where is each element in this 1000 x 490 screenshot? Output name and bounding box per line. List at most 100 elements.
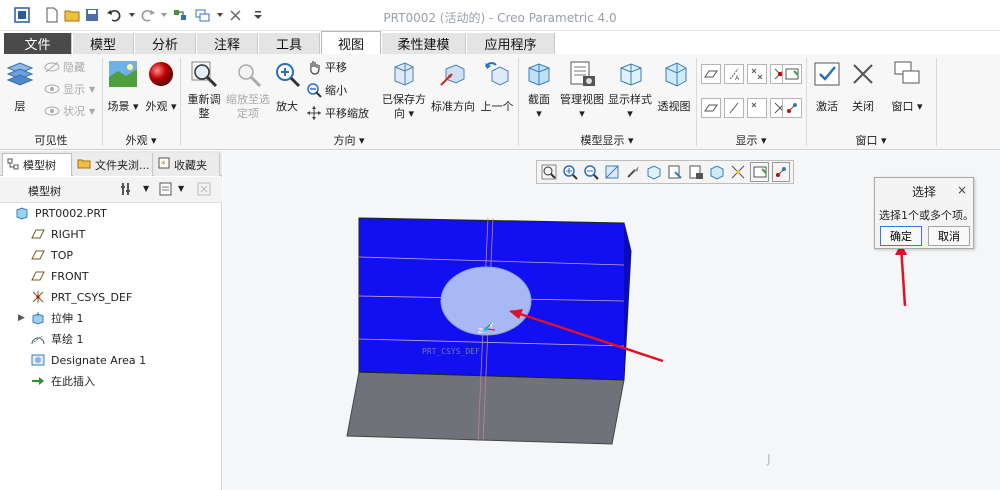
zoom-in-button[interactable]: 放大 [272,58,302,114]
tree-columns-dropdown-icon[interactable]: ▼ [178,184,184,193]
previous-orientation-label: 上一个 [480,100,514,113]
windows-button[interactable]: 窗口 ▾ [888,58,926,114]
group-title-orientation: 方向 ▾ [333,134,365,147]
activate-button[interactable]: 激活 [812,58,842,114]
saved-orientations-button[interactable]: 已保存方向 ▾ [382,58,426,121]
datum-plane-icon [30,226,46,242]
axis-y-label: Y [488,322,494,330]
zoom-out-icon [306,82,322,98]
point-display-icon[interactable] [747,64,767,84]
expand-arrow-icon[interactable]: ▶ [18,313,30,323]
group-title-visibility: 可见性 [34,134,68,147]
tree-item[interactable]: PRT_CSYS_DEF [0,287,222,307]
tab-applications[interactable]: 应用程序 [467,33,555,54]
activate-checkmark-icon [811,58,843,90]
cancel-button[interactable]: 取消 [928,226,970,246]
point-tag-display-icon[interactable] [747,98,767,118]
refit-button[interactable]: 重新调整 [184,58,224,121]
close-label: 关闭 [852,100,874,113]
appearance-label: 外观 ▾ [145,100,177,113]
tab-file[interactable]: 文件 [4,33,72,54]
previous-orientation-button[interactable]: 上一个 [478,58,516,114]
part-icon [14,205,30,221]
layers-icon [4,58,36,90]
scene-label: 场景 ▾ [107,100,139,113]
ribbon-tabs: 文件 模型 分析 注释 工具 视图 柔性建模 应用程序 [0,31,1000,54]
spin-center-display-icon[interactable] [782,98,802,118]
pan-hand-icon [306,59,322,75]
display-style-icon [614,58,646,90]
zoom-in-label: 放大 [276,100,298,113]
saved-orientations-icon [388,58,420,90]
axis-tag-display-icon[interactable] [724,98,744,118]
tab-view[interactable]: 视图 [321,31,381,54]
insert-here-icon [30,373,46,389]
layers-button[interactable]: 层 [4,58,36,114]
zoom-selected-button[interactable]: 缩放至选 定项 [226,58,270,121]
standard-orientation-button[interactable]: 标准方向 [430,58,476,114]
show-button[interactable]: 显示 ▼ [44,80,95,98]
refit-magnifier-icon [188,58,220,90]
selection-dialog-message: 选择1个或多个项。 [879,209,974,222]
manage-views-button[interactable]: 管理视图 ▾ [560,58,604,121]
tree-settings-icon[interactable] [120,181,138,200]
tree-columns-icon[interactable] [158,181,174,200]
plane-tag-display-icon[interactable] [701,98,721,118]
pan-button[interactable]: 平移 [306,58,347,76]
model-tree-header-label: 模型树 [28,185,61,198]
tab-tools[interactable]: 工具 [259,33,320,54]
sketch-icon [30,331,46,347]
previous-orientation-icon [481,58,513,90]
manage-views-label: 管理视图 ▾ [560,93,604,120]
cursor-glyph: J [766,452,771,466]
close-x-icon [847,58,879,90]
tree-item[interactable]: PRT0002.PRT [0,203,222,223]
close-button[interactable]: 关闭 [848,58,878,114]
tab-annotate[interactable]: 注释 [197,33,258,54]
scene-button[interactable]: 场景 ▾ [106,58,140,114]
activate-label: 激活 [816,100,838,113]
tree-item[interactable]: 草绘 1 [0,329,222,349]
tree-item[interactable]: 在此插入 [0,371,222,391]
display-style-button[interactable]: 显示样式 ▾ [608,58,652,121]
tree-settings-dropdown-icon[interactable]: ▼ [143,184,149,193]
group-title-window: 窗口 ▾ [855,134,887,147]
tree-item[interactable]: FRONT [0,266,222,286]
tab-model[interactable]: 模型 [73,33,134,54]
pan-zoom-button[interactable]: 平移缩放 [306,104,369,122]
ribbon: 层 隐藏 显示 ▼ 状况 ▼ 可见性 场景 ▾ 外观 ▾ 外观 ▾ 重新调整 缩… [0,54,1000,150]
perspective-button[interactable]: 透视图 [656,58,692,114]
group-separator [936,58,937,146]
tab-folder-browser[interactable]: 文件夹浏... [73,153,153,176]
tree-filter-icon[interactable] [196,181,212,200]
tree-item[interactable]: Designate Area 1 [0,350,222,370]
layers-label: 层 [14,100,26,113]
zoom-out-button[interactable]: 缩小 [306,81,347,99]
datum-plane-icon [30,247,46,263]
selected-designate-area[interactable] [440,266,532,336]
tree-item[interactable]: ▶ 拉伸 1 [0,308,222,328]
plane-display-icon[interactable] [701,64,721,84]
appearance-button[interactable]: 外观 ▾ [144,58,178,114]
status-button[interactable]: 状况 ▼ [44,102,95,120]
tab-flexible-modeling[interactable]: 柔性建模 [382,33,466,54]
section-button[interactable]: 截面 ▾ [522,58,556,121]
group-title-model-display: 模型显示 ▾ [580,134,634,147]
hide-button[interactable]: 隐藏 [44,58,85,76]
window-title: PRT0002 (活动的) - Creo Parametric 4.0 [383,11,617,25]
group-title-show: 显示 ▾ [735,134,767,147]
axis-display-icon[interactable]: A [724,64,744,84]
tab-model-tree[interactable]: 模型树 [2,153,72,176]
tree-item[interactable]: RIGHT [0,224,222,244]
designate-area-icon [30,352,46,368]
ok-button[interactable]: 确定 [880,226,922,246]
tab-analysis[interactable]: 分析 [135,33,196,54]
tab-favorites[interactable]: * 收藏夹 [154,153,220,176]
close-icon[interactable]: × [957,183,967,197]
windows-label: 窗口 ▾ [891,100,923,113]
section-label: 截面 ▾ [528,93,550,120]
tree-item[interactable]: TOP [0,245,222,265]
annotation-display-icon[interactable] [782,64,802,84]
svg-text:*: * [161,160,166,169]
pan-zoom-icon [306,105,322,121]
